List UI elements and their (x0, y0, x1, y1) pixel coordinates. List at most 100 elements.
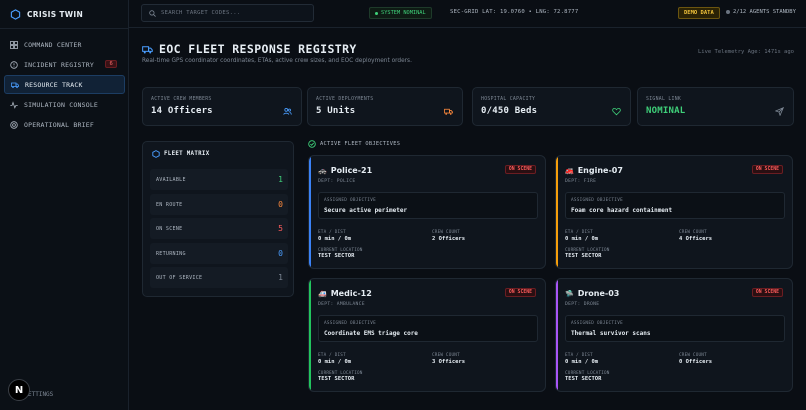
objective-box: ASSIGNED OBJECTIVE Coordinate EMS triage… (318, 315, 538, 342)
sidebar-item-incident-registry[interactable]: INCIDENT REGISTRY 6 (4, 55, 125, 74)
shield-logo-icon (10, 8, 21, 20)
unit-dept: DEPT: POLICE (318, 179, 356, 184)
target-icon (10, 120, 18, 129)
system-status-text: SYSTEM NOMINAL (381, 10, 426, 16)
matrix-row-label: RETURNING (156, 250, 186, 257)
shield-icon (152, 150, 160, 158)
avatar[interactable]: N (8, 379, 30, 401)
objective-box: ASSIGNED OBJECTIVE Secure active perimet… (318, 192, 538, 219)
eta-label: ETA / DIST (565, 353, 593, 358)
eta-value: 0 min / 0m (565, 236, 599, 242)
matrix-row-out-of-service: OUT OF SERVICE 1 (150, 267, 288, 288)
sidebar-item-label: OPERATIONAL BRIEF (24, 120, 94, 129)
objective-label: ASSIGNED OBJECTIVE (324, 198, 376, 203)
sec-grid-readout: SEC-GRID LAT: 19.0760 • LNG: 72.8777 (450, 9, 579, 15)
sidebar: CRISIS TWIN COMMAND CENTER INCIDENT REGI… (0, 0, 129, 410)
agent-dot-icon (726, 10, 730, 14)
app-name: CRISIS TWIN (27, 9, 84, 19)
unit-card-police-21[interactable]: 🚓 Police-21 DEPT: POLICE ON SCENE ASSIGN… (308, 155, 546, 269)
sidebar-item-label: RESOURCE TRACK (25, 80, 83, 89)
matrix-row-label: EN ROUTE (156, 201, 183, 208)
unit-header: 🚒 Engine-07 (565, 166, 623, 175)
fleet-matrix-title: FLEET MATRIX (152, 150, 209, 158)
fire-engine-icon: 🚒 (565, 166, 574, 175)
topbar: SYSTEM NOMINAL SEC-GRID LAT: 19.0760 • L… (129, 0, 806, 28)
unit-header: 🚓 Police-21 (318, 166, 372, 175)
search-icon (149, 9, 156, 17)
eta-label: ETA / DIST (318, 353, 346, 358)
unit-header: 🚑 Medic-12 (318, 289, 372, 298)
stat-label: ACTIVE CREW MEMBERS (151, 97, 212, 102)
stat-card-deployments: ACTIVE DEPLOYMENTS 5 Units (307, 87, 463, 126)
objective-label: ASSIGNED OBJECTIVE (571, 198, 623, 203)
unit-card-drone-03[interactable]: 🛸 Drone-03 DEPT: DRONE ON SCENE ASSIGNED… (555, 278, 793, 392)
unit-name: Drone-03 (577, 289, 620, 298)
objective-label: ASSIGNED OBJECTIVE (571, 321, 623, 326)
page-title: EOC FLEET RESPONSE REGISTRY (142, 42, 357, 56)
eta-value: 0 min / 0m (318, 359, 352, 365)
objective-label: ASSIGNED OBJECTIVE (324, 321, 376, 326)
matrix-row-value: 1 (278, 175, 283, 184)
eta-value: 0 min / 0m (318, 236, 352, 242)
pulse-icon (10, 100, 18, 109)
matrix-row-label: OUT OF SERVICE (156, 274, 203, 281)
objective-box: ASSIGNED OBJECTIVE Thermal survivor scan… (565, 315, 785, 342)
sidebar-item-command-center[interactable]: COMMAND CENTER (4, 35, 125, 54)
location-value: TEST SECTOR (565, 376, 602, 382)
truck-icon (444, 108, 453, 115)
telemetry-age: Live Telemetry Age: 1471s ago (697, 49, 794, 55)
accent-bar (556, 156, 558, 268)
crew-value: 4 Officers (679, 236, 713, 242)
crew-label: CREW COUNT (432, 353, 460, 358)
crew-value: 3 Officers (432, 359, 466, 365)
unit-name: Police-21 (330, 166, 373, 175)
stat-card-signal: SIGNAL LINK NOMINAL (637, 87, 794, 126)
matrix-row-value: 1 (278, 273, 283, 282)
ambulance-icon: 🚑 (318, 289, 327, 298)
sidebar-item-operational-brief[interactable]: OPERATIONAL BRIEF (4, 115, 125, 134)
objective-text: Thermal survivor scans (571, 330, 651, 337)
unit-name: Engine-07 (577, 166, 623, 175)
location-value: TEST SECTOR (318, 376, 355, 382)
status-badge: ON SCENE (504, 288, 536, 297)
sidebar-item-resource-track[interactable]: RESOURCE TRACK (4, 75, 125, 94)
unit-dept: DEPT: AMBULANCE (318, 302, 365, 307)
eta-label: ETA / DIST (565, 230, 593, 235)
police-car-icon: 🚓 (318, 166, 327, 175)
truck-icon (142, 45, 153, 54)
search-input[interactable] (161, 10, 311, 16)
crew-value: 0 Officers (679, 359, 713, 365)
eta-value: 0 min / 0m (565, 359, 599, 365)
truck-icon (11, 82, 19, 88)
sidebar-nav: COMMAND CENTER INCIDENT REGISTRY 6 RESOU… (4, 35, 125, 135)
agents-status-text: 2/12 AGENTS STANDBY (733, 9, 796, 15)
fleet-matrix-title-text: FLEET MATRIX (164, 151, 210, 157)
send-icon (775, 107, 784, 116)
unit-card-engine-07[interactable]: 🚒 Engine-07 DEPT: FIRE ON SCENE ASSIGNED… (555, 155, 793, 269)
heart-icon (612, 107, 621, 116)
matrix-row-en-route: EN ROUTE 0 (150, 194, 288, 215)
brand: CRISIS TWIN (10, 8, 83, 20)
alert-icon (10, 60, 18, 69)
stat-label: ACTIVE DEPLOYMENTS (316, 97, 374, 102)
unit-dept: DEPT: DRONE (565, 302, 600, 307)
unit-card-medic-12[interactable]: 🚑 Medic-12 DEPT: AMBULANCE ON SCENE ASSI… (308, 278, 546, 392)
sidebar-item-simulation-console[interactable]: SIMULATION CONSOLE (4, 95, 125, 114)
matrix-row-returning: RETURNING 0 (150, 243, 288, 264)
status-badge: ON SCENE (751, 165, 783, 174)
crew-label: CREW COUNT (679, 230, 707, 235)
matrix-row-available: AVAILABLE 1 (150, 169, 288, 190)
location-value: TEST SECTOR (565, 253, 602, 259)
stat-card-hospital: HOSPITAL CAPACITY 0/450 Beds (472, 87, 631, 126)
settings-link[interactable]: ETTINGS (28, 391, 53, 398)
crew-value: 2 Officers (432, 236, 466, 242)
search-box[interactable] (141, 4, 314, 22)
eta-label: ETA / DIST (318, 230, 346, 235)
demo-data-badge: DEMO DATA (678, 7, 720, 19)
stat-value: 0/450 Beds (481, 106, 538, 116)
objective-box: ASSIGNED OBJECTIVE Foam core hazard cont… (565, 192, 785, 219)
status-badge: ON SCENE (751, 288, 783, 297)
unit-header: 🛸 Drone-03 (565, 289, 619, 298)
objectives-heading-text: ACTIVE FLEET OBJECTIVES (320, 141, 401, 147)
sidebar-item-label: COMMAND CENTER (24, 40, 82, 49)
